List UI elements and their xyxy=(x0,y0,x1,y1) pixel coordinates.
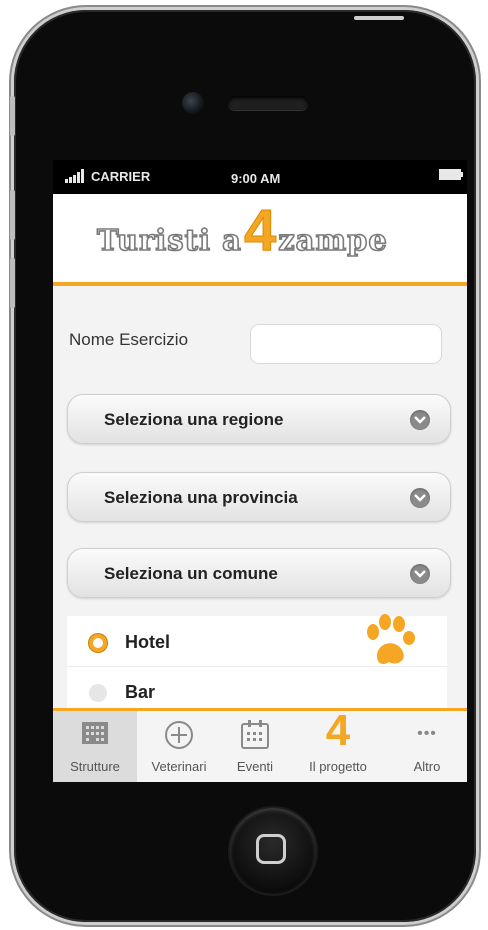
radio-label-bar: Bar xyxy=(125,682,156,702)
region-select[interactable]: Seleziona una regione xyxy=(67,394,451,444)
calendar-icon xyxy=(241,720,269,749)
radio-selected[interactable] xyxy=(89,634,107,652)
mute-switch xyxy=(10,96,15,136)
status-time: 9:00 AM xyxy=(231,171,281,186)
logo-word-turisti: Turisti a xyxy=(96,222,242,258)
tab-label: Altro xyxy=(413,759,441,774)
home-button[interactable] xyxy=(230,808,316,894)
tab-veterinari[interactable]: Veterinari xyxy=(137,711,221,782)
name-input[interactable] xyxy=(250,324,442,364)
four-icon: 4 xyxy=(325,706,351,755)
earpiece-speaker xyxy=(228,96,308,110)
tab-strutture[interactable]: Strutture xyxy=(53,711,137,782)
tab-label: Il progetto xyxy=(309,759,367,774)
chevron-down-icon xyxy=(410,410,430,430)
plus-circle-icon xyxy=(165,721,193,749)
app-screen: CARRIER 9:00 AM Turisti a 4 zampe Nome E… xyxy=(53,160,467,782)
chevron-down-icon xyxy=(410,564,430,584)
region-select-label: Seleziona una regione xyxy=(104,410,284,429)
province-select-label: Seleziona una provincia xyxy=(104,488,298,507)
radio-unselected[interactable] xyxy=(89,684,107,702)
front-camera xyxy=(182,92,204,114)
building-icon xyxy=(82,722,108,744)
comune-select-label: Seleziona un comune xyxy=(104,564,278,583)
tab-il-progetto[interactable]: 4 Il progetto xyxy=(289,706,387,782)
app-logo: Turisti a 4 zampe xyxy=(96,201,388,260)
app-header: Turisti a 4 zampe xyxy=(53,194,467,286)
province-select[interactable]: Seleziona una provincia xyxy=(67,472,451,522)
status-bar: CARRIER 9:00 AM xyxy=(53,160,467,194)
volume-down-button xyxy=(10,258,15,308)
radio-label-hotel: Hotel xyxy=(125,632,170,652)
more-icon: ••• xyxy=(417,725,437,742)
radio-option-hotel[interactable]: Hotel xyxy=(67,614,447,667)
signal-icon xyxy=(65,169,84,183)
carrier-name: CARRIER xyxy=(91,169,151,184)
battery-icon xyxy=(439,169,463,180)
tab-bar: Strutture Veterinari Eventi 4 Il progett… xyxy=(53,708,467,782)
chevron-down-icon xyxy=(410,488,430,508)
home-square-icon xyxy=(256,834,286,864)
sleep-button xyxy=(354,16,404,20)
paw-icon xyxy=(367,614,415,664)
comune-select[interactable]: Seleziona un comune xyxy=(67,548,451,598)
tab-label: Veterinari xyxy=(151,759,207,774)
tab-label: Eventi xyxy=(236,759,274,774)
logo-four: 4 xyxy=(243,198,277,263)
logo-word-zampe: zampe xyxy=(277,222,388,258)
tab-label: Strutture xyxy=(70,759,120,774)
tab-eventi[interactable]: Eventi xyxy=(221,711,289,782)
name-label: Nome Esercizio xyxy=(69,330,189,349)
tab-altro[interactable]: ••• Altro xyxy=(387,711,467,782)
volume-up-button xyxy=(10,190,15,240)
